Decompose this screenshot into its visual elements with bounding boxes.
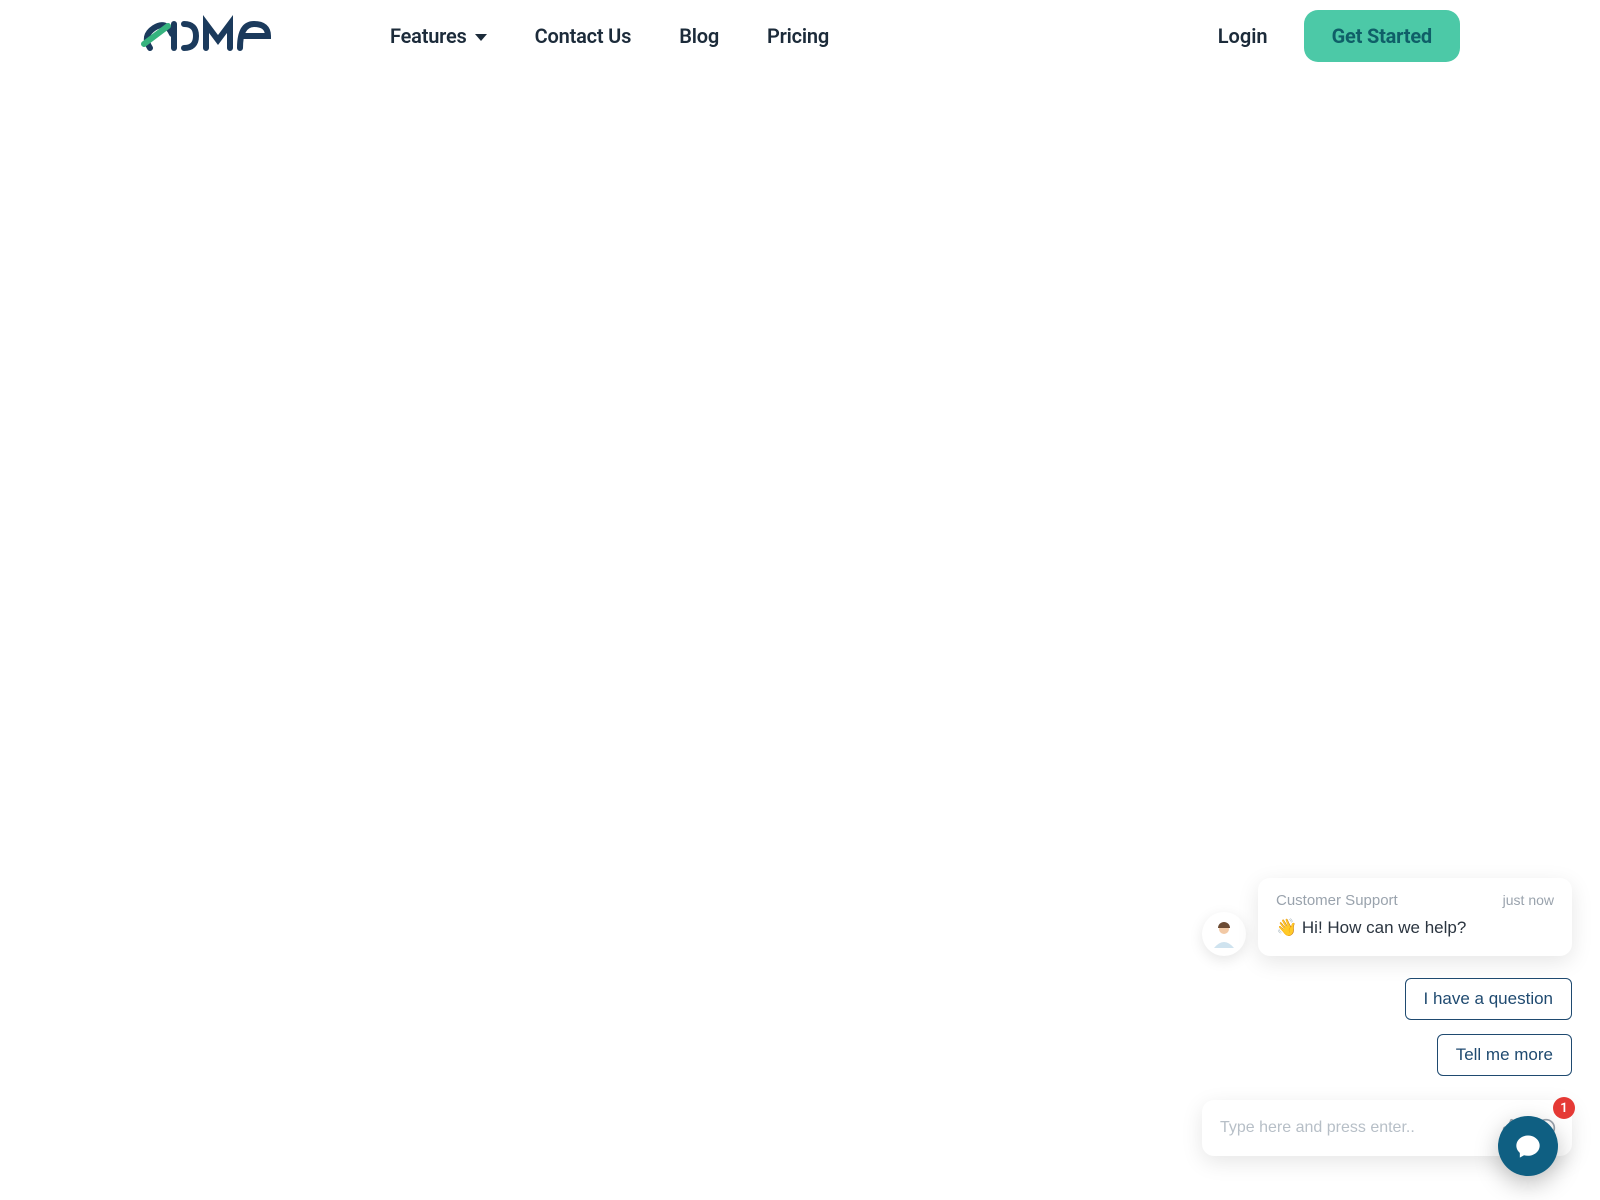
chat-sender-name: Customer Support — [1276, 892, 1398, 909]
login-link[interactable]: Login — [1218, 24, 1268, 48]
chat-bubble-icon — [1514, 1132, 1542, 1160]
nav-contact[interactable]: Contact Us — [535, 24, 632, 48]
nav-features-label: Features — [390, 24, 467, 48]
support-avatar — [1202, 912, 1246, 956]
chat-input[interactable] — [1220, 1119, 1488, 1137]
brand-logo[interactable] — [140, 14, 310, 58]
nav-pricing-label: Pricing — [767, 24, 829, 48]
chat-message-header: Customer Support just now — [1276, 892, 1554, 909]
get-started-button[interactable]: Get Started — [1304, 10, 1460, 62]
chat-widget: Customer Support just now 👋 Hi! How can … — [1202, 878, 1572, 1156]
chat-message-row: Customer Support just now 👋 Hi! How can … — [1202, 878, 1572, 956]
chat-message-bubble: Customer Support just now 👋 Hi! How can … — [1258, 878, 1572, 956]
nav-features[interactable]: Features — [390, 24, 487, 48]
primary-nav: Features Contact Us Blog Pricing — [390, 24, 829, 48]
quick-reply-more[interactable]: Tell me more — [1437, 1034, 1572, 1076]
nav-blog[interactable]: Blog — [679, 24, 719, 48]
chat-quick-replies: I have a question Tell me more — [1202, 978, 1572, 1076]
chat-timestamp: just now — [1503, 892, 1554, 908]
nav-blog-label: Blog — [679, 24, 719, 48]
person-icon — [1210, 920, 1238, 948]
chevron-down-icon — [475, 34, 487, 41]
chat-message-text: 👋 Hi! How can we help? — [1276, 917, 1554, 940]
chat-unread-badge: 1 — [1553, 1097, 1575, 1119]
site-header: Features Contact Us Blog Pricing Login G… — [0, 0, 1600, 72]
nav-contact-label: Contact Us — [535, 24, 632, 48]
brand-logo-icon — [140, 14, 310, 58]
quick-reply-question[interactable]: I have a question — [1405, 978, 1572, 1020]
header-actions: Login Get Started — [1218, 10, 1460, 62]
chat-launcher-button[interactable] — [1498, 1116, 1558, 1176]
nav-pricing[interactable]: Pricing — [767, 24, 829, 48]
